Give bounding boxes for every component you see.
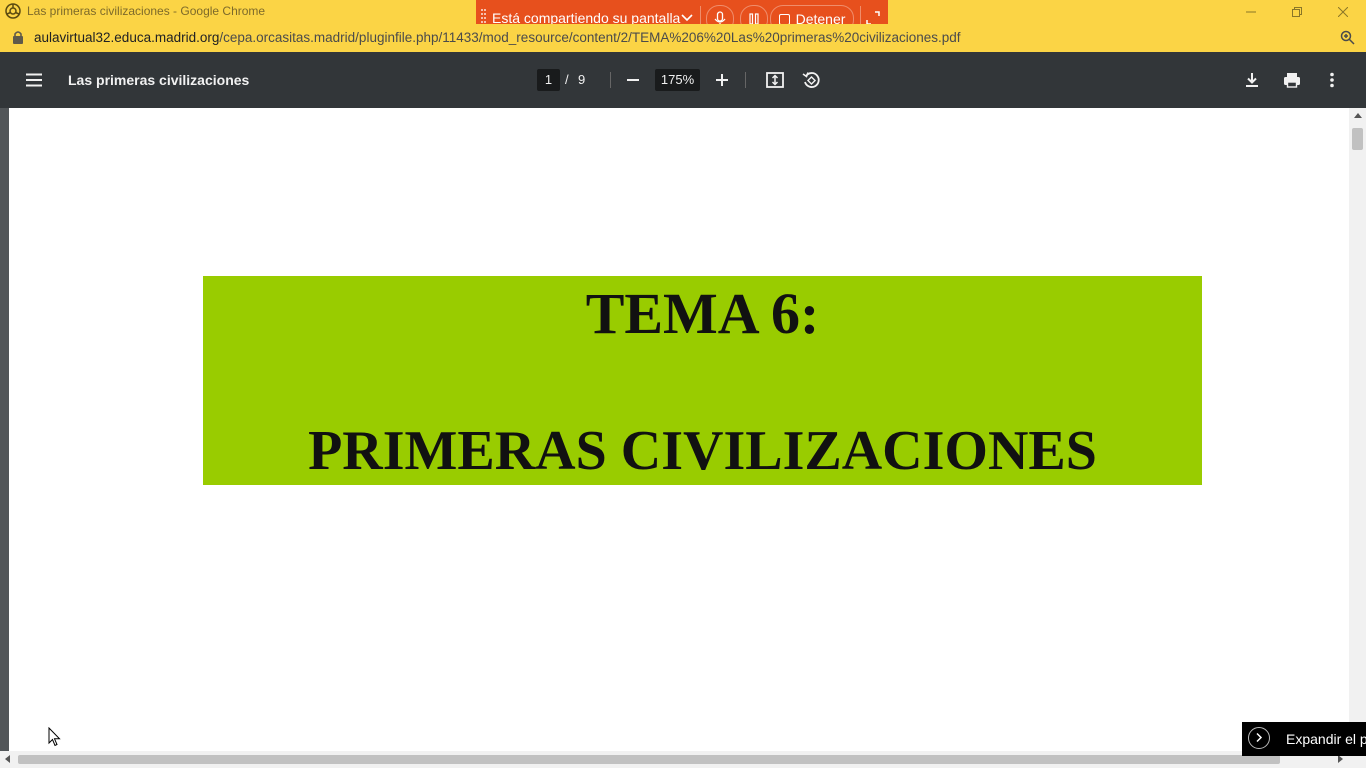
url-text[interactable]: aulavirtual32.educa.madrid.org/cepa.orca… (34, 30, 961, 45)
divider (745, 72, 746, 88)
chevron-down-icon[interactable] (680, 11, 694, 25)
minimize-button[interactable] (1228, 0, 1274, 24)
pdf-page[interactable]: TEMA 6: PRIMERAS CIVILIZACIONES (9, 108, 1349, 768)
more-options-icon[interactable] (1322, 70, 1342, 90)
arrow-right-circle-icon (1248, 727, 1270, 749)
scroll-right-arrow[interactable] (1338, 755, 1343, 763)
url-host: aulavirtual32.educa.madrid.org (34, 30, 220, 45)
lock-icon[interactable] (12, 30, 24, 44)
window-title: Las primeras civilizaciones - Google Chr… (27, 4, 266, 18)
expand-panel-label: Expandir el pa (1286, 731, 1366, 747)
page-number-input[interactable]: 1 (537, 69, 560, 91)
page-separator: / (565, 72, 569, 87)
zoom-icon[interactable] (1340, 30, 1355, 45)
maximize-button[interactable] (1274, 0, 1320, 24)
heading-line-2: PRIMERAS CIVILIZACIONES (308, 420, 1097, 482)
stop-icon (778, 13, 790, 25)
document-title: Las primeras civilizaciones (68, 72, 250, 88)
scroll-left-arrow[interactable] (5, 755, 10, 763)
vertical-scroll-thumb[interactable] (1352, 128, 1363, 150)
zoom-level-input[interactable]: 175% (655, 69, 700, 91)
menu-icon[interactable] (24, 70, 44, 90)
heading-line-1: TEMA 6: (585, 281, 820, 346)
fit-page-icon[interactable] (765, 70, 785, 90)
title-banner: TEMA 6: PRIMERAS CIVILIZACIONES (203, 276, 1202, 485)
rotate-icon[interactable] (801, 70, 821, 90)
horizontal-scrollbar[interactable] (0, 751, 1366, 768)
minimize-icon (1246, 11, 1256, 13)
divider (610, 72, 611, 88)
pdf-toolbar: Las primeras civilizaciones 1 / 9 175% (0, 52, 1366, 108)
expand-panel-button[interactable]: Expandir el pa (1242, 722, 1366, 756)
url-path: /cepa.orcasitas.madrid/pluginfile.php/11… (219, 30, 961, 45)
scroll-up-arrow[interactable] (1354, 113, 1362, 118)
zoom-in-icon[interactable] (712, 70, 732, 90)
maximize-icon (1292, 7, 1302, 17)
vertical-scrollbar[interactable] (1349, 108, 1366, 751)
close-button[interactable] (1320, 0, 1366, 24)
download-icon[interactable] (1242, 70, 1262, 90)
mouse-cursor-icon (48, 727, 61, 747)
close-icon (1338, 7, 1348, 17)
horizontal-scroll-thumb[interactable] (18, 755, 1280, 764)
zoom-out-icon[interactable] (623, 70, 643, 90)
address-bar[interactable]: aulavirtual32.educa.madrid.org/cepa.orca… (0, 24, 1366, 53)
pdf-viewer-area[interactable]: TEMA 6: PRIMERAS CIVILIZACIONES (0, 108, 1366, 768)
print-icon[interactable] (1282, 70, 1302, 90)
total-pages: 9 (578, 72, 586, 87)
app-icon (5, 3, 21, 19)
